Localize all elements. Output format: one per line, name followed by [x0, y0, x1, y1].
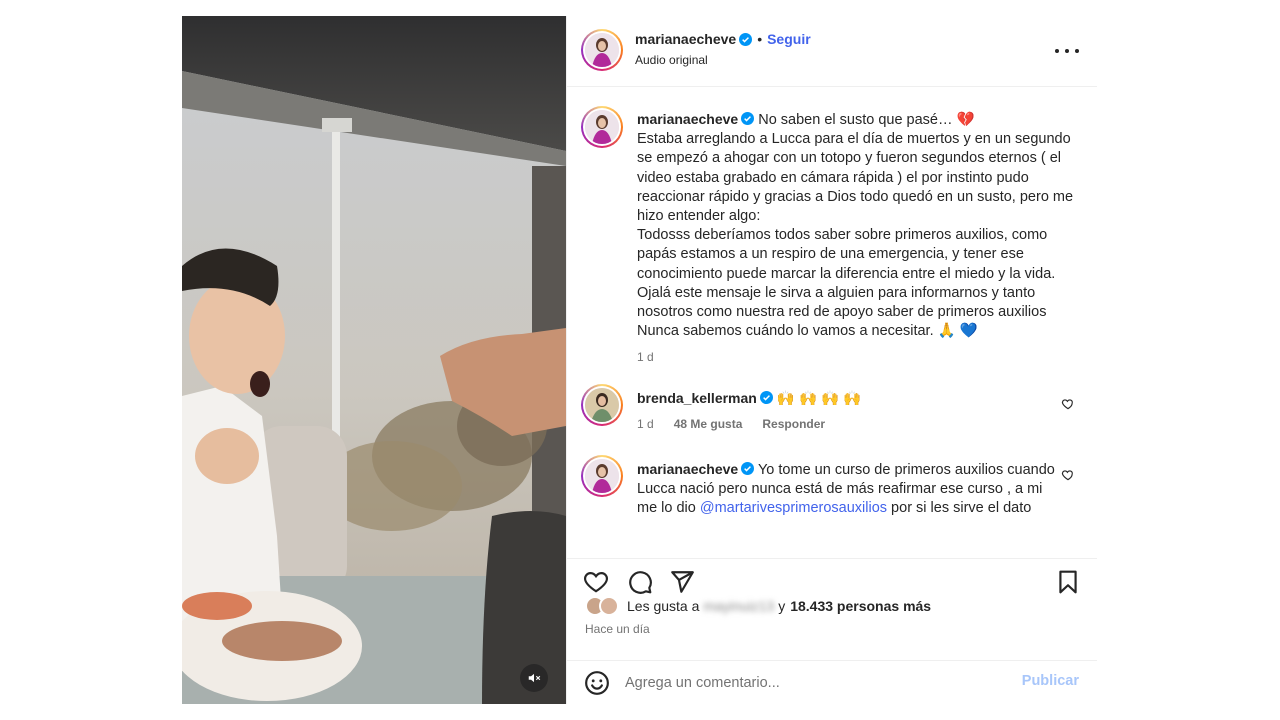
comment-like-heart-icon[interactable]	[1061, 468, 1075, 482]
caption-meta: 1 d	[637, 350, 654, 364]
post-video[interactable]	[182, 16, 566, 704]
comment-like-heart-icon[interactable]	[1061, 397, 1075, 411]
caption-avatar[interactable]	[581, 106, 623, 148]
comment-username[interactable]: marianaecheve	[637, 461, 738, 477]
author-avatar[interactable]	[581, 29, 623, 71]
comment-meta: 1 d 48 Me gusta Responder	[637, 417, 825, 431]
author-avatar-image	[585, 33, 619, 67]
emoji-smiley-icon[interactable]	[584, 670, 610, 696]
comment-bubble-icon[interactable]	[627, 569, 653, 595]
like-heart-icon[interactable]	[583, 569, 609, 595]
caption-body: No saben el susto que pasé… 💔 Estaba arr…	[637, 112, 1074, 340]
verified-badge-icon	[739, 32, 753, 46]
reply-button[interactable]: Responder	[762, 417, 825, 431]
comment-username[interactable]: brenda_kellerman	[637, 390, 757, 406]
header-user-row: marianaecheve • Seguir	[635, 31, 811, 47]
comment-text: marianaecheve Yo tome un curso de primer…	[637, 460, 1057, 519]
share-send-icon[interactable]	[669, 569, 695, 595]
video-frame	[182, 16, 566, 704]
likes-connector: y	[778, 598, 786, 614]
post-timestamp[interactable]: Hace un día	[585, 622, 650, 636]
comment-age[interactable]: 1 d	[637, 417, 654, 431]
comment-likes[interactable]: 48 Me gusta	[674, 417, 743, 431]
speaker-muted-icon	[528, 673, 541, 683]
author-username[interactable]: marianaecheve	[635, 31, 736, 47]
publish-button[interactable]: Publicar	[1022, 673, 1079, 689]
comment-input[interactable]	[625, 671, 1005, 695]
save-bookmark-icon[interactable]	[1055, 569, 1081, 595]
caption-text: marianaecheve No saben el susto que pasé…	[637, 110, 1087, 341]
likes-count[interactable]: 18.433 personas más	[790, 598, 931, 614]
liker-avatar	[599, 596, 619, 616]
commenter-avatar-image	[585, 459, 619, 493]
instagram-post: marianaecheve • Seguir Audio original ma…	[182, 16, 1097, 704]
comment-body: 🙌 🙌 🙌 🙌	[776, 391, 862, 407]
comment-composer: Publicar	[567, 660, 1097, 704]
comment-body-end: por si les sirve el dato	[887, 500, 1032, 517]
more-options-icon[interactable]	[1055, 43, 1079, 59]
verified-badge-icon	[741, 462, 755, 475]
commenter-avatar[interactable]	[581, 384, 623, 426]
likes-summary: Les gusta a mayinuiz13 y 18.433 personas…	[585, 596, 931, 616]
post-header: marianaecheve • Seguir Audio original	[567, 16, 1097, 87]
comments-list[interactable]: marianaecheve No saben el susto que pasé…	[567, 88, 1097, 558]
verified-badge-icon	[741, 112, 755, 125]
verified-badge-icon	[759, 391, 773, 404]
liker-avatars	[585, 596, 625, 616]
comment-text: brenda_kellerman 🙌 🙌 🙌 🙌	[637, 389, 1087, 409]
likes-prefix: Les gusta a	[627, 598, 700, 614]
mute-toggle-button[interactable]	[520, 664, 548, 692]
caption-username[interactable]: marianaecheve	[637, 111, 738, 127]
caption-avatar-image	[585, 110, 619, 144]
audio-label[interactable]: Audio original	[635, 53, 708, 67]
mention-link[interactable]: @martarivesprimerosauxilios	[700, 500, 887, 516]
post-side-panel: marianaecheve • Seguir Audio original ma…	[566, 16, 1097, 704]
commenter-avatar-image	[585, 388, 619, 422]
follow-button[interactable]: Seguir	[767, 31, 811, 47]
header-separator: •	[757, 31, 763, 47]
liker-username[interactable]: mayinuiz13	[703, 598, 774, 614]
commenter-avatar[interactable]	[581, 455, 623, 497]
caption-age[interactable]: 1 d	[637, 350, 654, 364]
